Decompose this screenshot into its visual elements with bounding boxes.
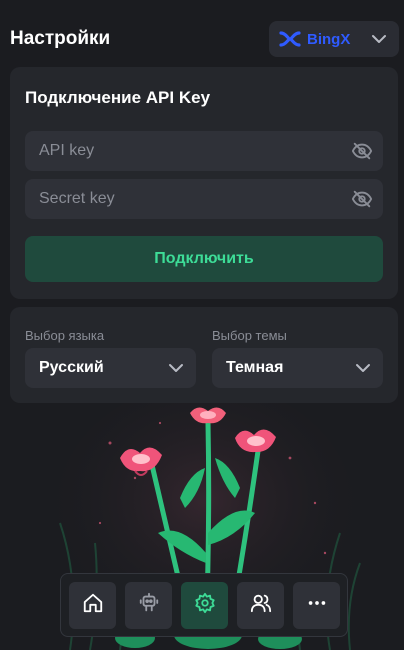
header: Настройки BingX bbox=[0, 0, 404, 66]
exchange-select[interactable]: BingX bbox=[269, 21, 399, 57]
api-key-card: Подключение API Key Подключить bbox=[10, 67, 398, 299]
language-label: Выбор языка bbox=[25, 328, 105, 343]
nav-bot-button[interactable] bbox=[125, 582, 172, 629]
chevron-down-icon bbox=[168, 361, 184, 375]
settings-page: Настройки BingX Подключение API Key Подк… bbox=[0, 0, 404, 650]
bottom-nav bbox=[60, 573, 348, 637]
robot-icon bbox=[138, 592, 160, 619]
nav-home-button[interactable] bbox=[69, 582, 116, 629]
theme-label: Выбор темы bbox=[212, 328, 287, 343]
language-select[interactable]: Русский bbox=[25, 348, 196, 388]
eye-off-icon[interactable] bbox=[351, 140, 373, 162]
page-title: Настройки bbox=[10, 28, 111, 49]
nav-users-button[interactable] bbox=[237, 582, 284, 629]
preferences-card: Выбор языка Русский Выбор темы Темная bbox=[10, 307, 398, 403]
connect-button[interactable]: Подключить bbox=[25, 236, 383, 282]
chevron-down-icon bbox=[355, 361, 371, 375]
more-dots-icon bbox=[306, 592, 328, 619]
api-card-title: Подключение API Key bbox=[25, 88, 211, 107]
bingx-logo-icon bbox=[279, 28, 301, 50]
theme-value: Темная bbox=[226, 359, 284, 376]
secret-key-field bbox=[25, 179, 383, 219]
eye-off-icon[interactable] bbox=[351, 188, 373, 210]
users-icon bbox=[250, 592, 272, 619]
chevron-down-icon bbox=[371, 32, 387, 46]
nav-more-button[interactable] bbox=[293, 582, 340, 629]
home-icon bbox=[82, 592, 104, 619]
api-key-field bbox=[25, 131, 383, 171]
api-key-input[interactable] bbox=[25, 131, 383, 171]
exchange-name: BingX bbox=[307, 30, 351, 48]
theme-select[interactable]: Темная bbox=[212, 348, 383, 388]
nav-settings-button[interactable] bbox=[181, 582, 228, 629]
secret-key-input[interactable] bbox=[25, 179, 383, 219]
language-value: Русский bbox=[39, 359, 104, 376]
gear-icon bbox=[194, 592, 216, 619]
